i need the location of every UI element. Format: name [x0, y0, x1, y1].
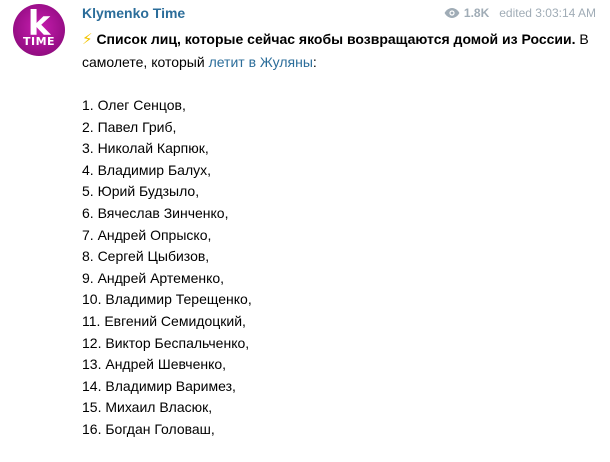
eye-icon — [444, 8, 460, 18]
list-item: 2. Павел Гриб, — [82, 118, 177, 135]
lead-colon: : — [312, 54, 317, 70]
channel-post: k TIME Klymenko Time 1.8K edited 3:03:14… — [0, 0, 610, 462]
list-item: 16. Богдан Головаш, — [82, 420, 215, 437]
list-item: 12. Виктор Беспальченко, — [82, 334, 250, 351]
channel-name[interactable]: Klymenko Time — [82, 5, 185, 21]
lead-link[interactable]: летит в Жуляны — [209, 54, 313, 70]
list-item: 1. Олег Сенцов, — [82, 97, 186, 113]
lightning-icon: ⚡ — [82, 31, 93, 48]
avatar-word: TIME — [22, 35, 56, 48]
names-list: 1. Олег Сенцов, 2. Павел Гриб, 3. Никола… — [82, 95, 592, 441]
list-item: 15. Михаил Власюк, — [82, 399, 213, 416]
list-item: 13. Андрей Шевченко, — [82, 356, 227, 373]
views-count: 1.8K — [463, 6, 490, 20]
lead-bold-text: Список лиц, которые сейчас якобы возвращ… — [96, 31, 576, 47]
edited-timestamp: edited 3:03:14 AM — [499, 6, 596, 20]
post-meta: 1.8K edited 3:03:14 AM — [444, 6, 596, 20]
channel-avatar[interactable]: k TIME — [13, 4, 65, 56]
list-item: 9. Андрей Артеменко, — [82, 269, 225, 286]
list-item: 7. Андрей Опрыско, — [82, 226, 212, 243]
list-item: 4. Владимир Балух, — [82, 161, 212, 178]
list-item: 6. Вячеслав Зинченко, — [82, 204, 229, 221]
post-body: ⚡ Список лиц, которые сейчас якобы возвр… — [82, 28, 592, 441]
list-item: 5. Юрий Будзыло, — [82, 183, 200, 200]
post-lead: ⚡ Список лиц, которые сейчас якобы возвр… — [82, 28, 592, 73]
list-item: 10. Владимир Терещенко, — [82, 291, 252, 308]
list-item: 8. Сергей Цыбизов, — [82, 248, 210, 265]
list-item: 11. Евгений Семидоцкий, — [82, 312, 246, 329]
list-item: 14. Владимир Варимез, — [82, 377, 236, 394]
list-item: 3. Николай Карпюк, — [82, 140, 209, 157]
